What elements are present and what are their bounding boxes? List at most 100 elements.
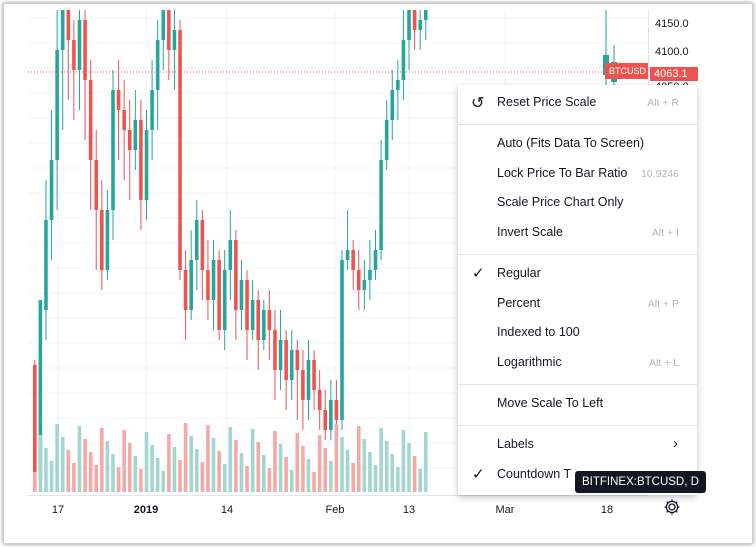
candle-body	[390, 90, 395, 120]
menu-item-label: Reset Price Scale	[497, 95, 597, 109]
candle-body	[211, 260, 216, 300]
candle-body	[100, 210, 104, 270]
candle-body	[262, 310, 266, 340]
candle-body	[245, 280, 249, 330]
price-label: 4100.0	[655, 46, 689, 58]
symbol-price-tag: BTCUSD	[605, 63, 651, 79]
candle-body	[228, 240, 233, 270]
volume-bar	[55, 424, 59, 492]
time-label: 18	[600, 504, 614, 516]
volume-bar	[423, 432, 428, 492]
menu-item-value: 10.9246	[641, 168, 679, 180]
volume-bar	[33, 472, 37, 492]
volume-bar	[127, 443, 132, 492]
volume-bar	[379, 428, 383, 492]
volume-bar	[139, 469, 143, 492]
menu-item-percent[interactable]: Percent Alt + P	[458, 290, 697, 319]
candle-body	[167, 10, 171, 50]
volume-bar	[412, 456, 417, 492]
candle-body	[256, 300, 261, 340]
menu-separator	[458, 425, 697, 426]
candle-body	[122, 110, 126, 130]
volume-bar	[206, 425, 210, 492]
volume-bar	[100, 428, 104, 492]
gear-icon[interactable]	[662, 498, 682, 518]
time-scale[interactable]: 17 2019 14 Feb 13 Mar 18	[28, 495, 648, 520]
menu-item-auto[interactable]: Auto (Fits Data To Screen)	[458, 130, 697, 159]
volume-bar	[284, 457, 288, 492]
volume-bar	[234, 440, 238, 492]
menu-item-lock-price-ratio[interactable]: Lock Price To Bar Ratio 10.9246	[458, 160, 697, 189]
volume-bar	[390, 454, 395, 492]
candle-body	[317, 390, 322, 410]
menu-item-reset-price-scale[interactable]: ↺ Reset Price Scale Alt + R	[458, 89, 697, 118]
candle-body	[278, 340, 283, 370]
volume-bar	[345, 450, 350, 492]
candle-body	[206, 270, 210, 300]
time-label: 14	[220, 504, 234, 516]
candle-body	[407, 10, 411, 40]
candle-body	[72, 40, 76, 70]
volume-bar	[401, 430, 406, 492]
candle-body	[234, 240, 238, 310]
candle-body	[161, 10, 166, 40]
menu-item-label: Invert Scale	[497, 225, 564, 239]
time-label: 17	[51, 504, 65, 516]
candle-body	[312, 360, 316, 390]
volume-bar	[334, 424, 339, 492]
candle-body	[66, 10, 71, 40]
volume-bar	[368, 452, 372, 492]
volume-bar	[44, 448, 48, 492]
candle-body	[306, 360, 311, 400]
volume-bar	[172, 447, 177, 492]
volume-bar	[278, 444, 283, 492]
menu-item-labels[interactable]: Labels ›	[458, 431, 697, 460]
volume-bar	[312, 472, 316, 492]
volume-bar	[323, 448, 328, 492]
menu-item-label: Labels	[497, 437, 534, 451]
candle-body	[55, 50, 59, 160]
candle-body	[329, 400, 333, 430]
candle-body	[379, 160, 383, 250]
volume-bar	[122, 430, 126, 492]
menu-item-indexed-to-100[interactable]: Indexed to 100	[458, 319, 697, 348]
menu-separator	[458, 124, 697, 125]
volume-bar	[150, 445, 154, 492]
candle-body	[239, 280, 244, 310]
volume-bar	[38, 435, 43, 492]
menu-item-logarithmic[interactable]: Logarithmic Alt + L	[458, 349, 697, 378]
menu-item-regular[interactable]: ✓ Regular	[458, 260, 697, 289]
menu-item-shortcut: Alt + P	[647, 298, 679, 310]
candle-body	[273, 330, 277, 370]
candle-body	[423, 10, 428, 20]
volume-bar	[222, 464, 227, 492]
volume-bar	[211, 438, 216, 492]
volume-bar	[351, 463, 355, 492]
candle-body	[49, 160, 54, 220]
candle-body	[362, 280, 367, 290]
candle-body	[189, 260, 193, 310]
volume-bar	[144, 432, 149, 492]
volume-bar	[262, 455, 266, 492]
price-label: 4150.0	[655, 18, 689, 30]
candle-body	[178, 30, 182, 270]
price-scale-context-menu: ↺ Reset Price Scale Alt + R Auto (Fits D…	[458, 85, 697, 495]
menu-item-label: Move Scale To Left	[497, 396, 604, 410]
menu-item-move-scale-left[interactable]: Move Scale To Left	[458, 390, 697, 419]
candle-body	[340, 260, 344, 420]
candle-body	[301, 370, 305, 400]
menu-item-label: Auto (Fits Data To Screen)	[497, 136, 645, 150]
candle-body	[194, 220, 199, 260]
menu-item-shortcut: Alt + I	[651, 227, 679, 239]
volume-bar	[83, 439, 87, 492]
menu-item-scale-price-only[interactable]: Scale Price Chart Only	[458, 189, 697, 218]
candle-body	[368, 270, 372, 280]
candle-body	[401, 40, 406, 80]
volume-bar	[183, 423, 188, 492]
candle-body	[172, 30, 177, 50]
candle-body	[111, 90, 115, 210]
candle-body	[116, 90, 121, 110]
menu-item-label: Indexed to 100	[497, 325, 580, 339]
volume-bar	[167, 434, 171, 492]
menu-item-invert-scale[interactable]: Invert Scale Alt + I	[458, 219, 697, 248]
